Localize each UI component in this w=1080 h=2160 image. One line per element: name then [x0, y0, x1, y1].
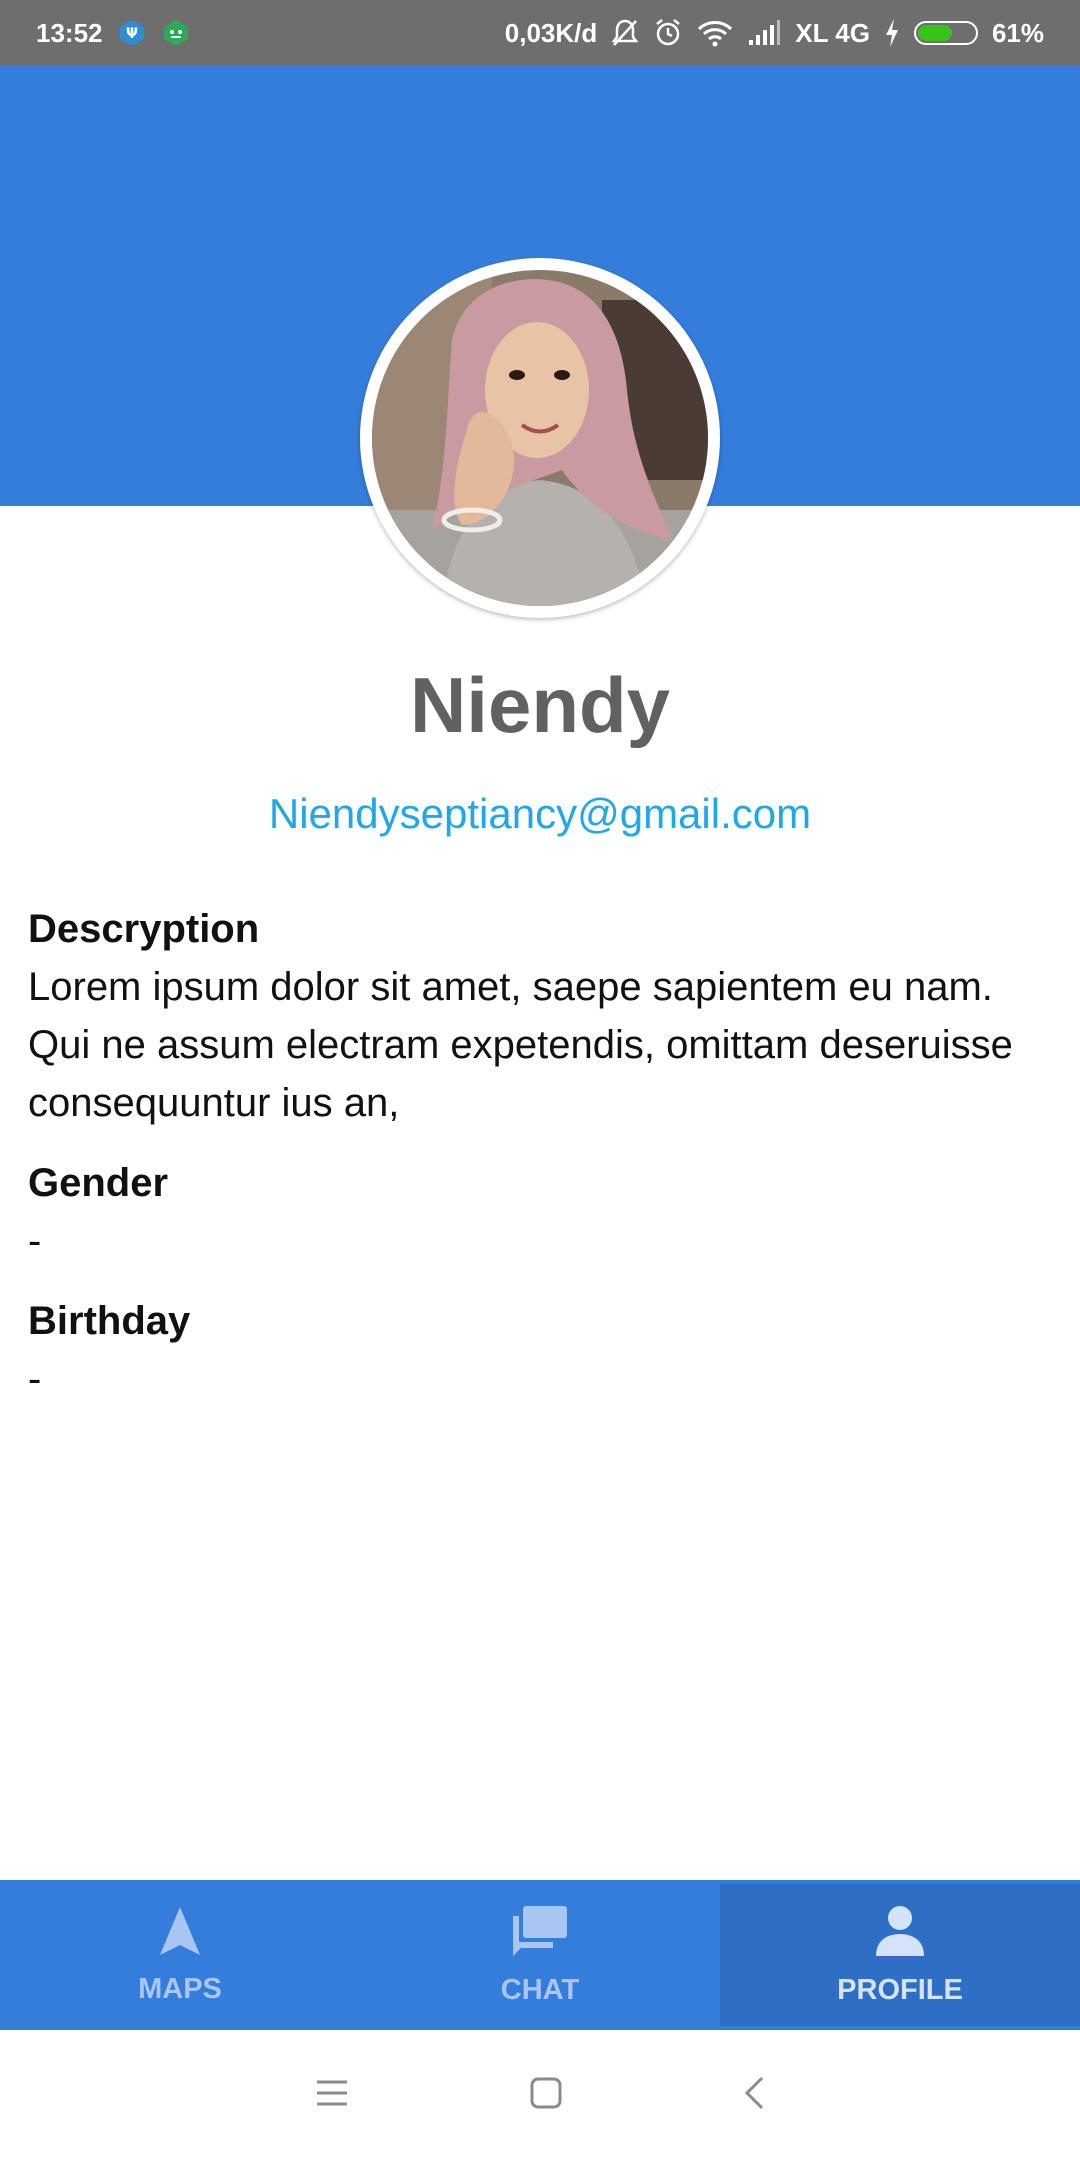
description-label: Descryption	[28, 907, 260, 951]
profile-details: Descryption Lorem ipsum dolor sit amet, …	[28, 900, 1048, 1430]
description-value: Lorem ipsum dolor sit amet, saepe sapien…	[28, 965, 1013, 1125]
profile-name: Niendy	[409, 661, 671, 749]
charging-bolt-icon	[884, 19, 900, 47]
svg-text:Ψ: Ψ	[126, 26, 138, 42]
battery-percent: 61%	[991, 17, 1044, 48]
status-right: 0,03K/d XL 4G 61%	[505, 18, 1044, 49]
nav-item-label: MAPS	[138, 1972, 222, 2005]
gender-value: -	[28, 1219, 42, 1263]
robot-app-icon	[161, 18, 191, 48]
battery-body	[913, 21, 978, 45]
description-section: Descryption Lorem ipsum dolor sit amet, …	[28, 900, 1048, 1132]
birthday-value: -	[28, 1357, 42, 1401]
birthday-section: Birthday -	[28, 1292, 1048, 1408]
gender-section: Gender -	[28, 1154, 1048, 1270]
gender-label: Gender	[28, 1161, 169, 1205]
network-speed: 0,03K/d	[504, 17, 598, 48]
person-icon	[872, 1904, 928, 1966]
system-navigation-bar	[0, 2030, 1080, 2160]
home-icon[interactable]	[529, 2076, 563, 2115]
battery-icon	[913, 21, 978, 45]
back-icon[interactable]	[743, 2075, 765, 2116]
nav-item-label: CHAT	[500, 1973, 580, 2006]
signal-icon	[747, 20, 781, 46]
profile-email[interactable]: Niendyseptiancy@gmail.com	[0, 790, 1080, 838]
status-time: 13:52	[36, 17, 103, 48]
status-left: 13:52 Ψ	[36, 18, 191, 49]
profile-screen: 13:52 Ψ 0,03K/d XL 4G 61% Niendy Niendys…	[0, 0, 1080, 2160]
bell-muted-icon	[611, 18, 639, 48]
shield-app-icon: Ψ	[117, 18, 147, 48]
nav-item-chat[interactable]: CHAT	[360, 1880, 720, 2030]
battery-fill	[917, 25, 953, 41]
profile-avatar[interactable]	[372, 270, 708, 606]
chat-bubbles-icon	[511, 1904, 569, 1966]
menu-icon[interactable]	[315, 2078, 349, 2113]
nav-item-label: PROFILE	[837, 1973, 963, 2006]
status-bar: 13:52 Ψ 0,03K/d XL 4G 61%	[0, 0, 1080, 66]
nav-item-maps[interactable]: MAPS	[0, 1880, 360, 2030]
nav-item-profile[interactable]: PROFILE	[720, 1884, 1080, 2026]
bottom-navigation: MAPS CHAT PROFILE	[0, 1880, 1080, 2030]
alarm-icon	[653, 18, 683, 48]
birthday-label: Birthday	[28, 1299, 191, 1343]
navigation-arrow-icon	[156, 1905, 204, 1965]
carrier-label: XL 4G	[795, 17, 870, 48]
wifi-icon	[697, 19, 733, 47]
